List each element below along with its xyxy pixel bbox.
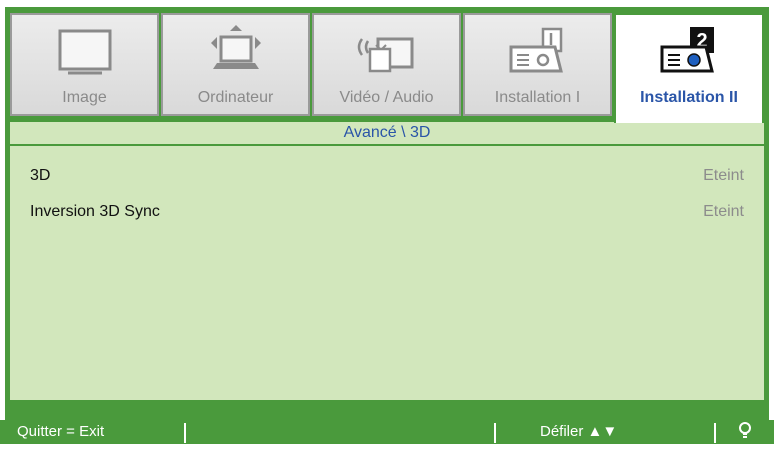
bulb-icon: [738, 420, 752, 450]
setting-value: Eteint: [703, 167, 744, 184]
tab-video-audio-label: Vidéo / Audio: [339, 89, 434, 106]
footer-separator: [714, 423, 716, 443]
tab-ordinateur[interactable]: Ordinateur: [161, 13, 310, 116]
tab-installation-1-label: Installation I: [494, 89, 581, 106]
tab-video-audio[interactable]: Vidéo / Audio: [312, 13, 461, 116]
tab-installation-2-label: Installation II: [640, 89, 738, 106]
scroll-hint: Défiler ▲▼: [540, 423, 618, 440]
settings-panel: 3D Eteint Inversion 3D Sync Eteint: [10, 146, 764, 400]
footer-separator: [494, 423, 496, 443]
computer-icon: [163, 23, 308, 83]
projector-settings-2-icon: 2: [616, 23, 762, 83]
tab-ordinateur-label: Ordinateur: [197, 89, 274, 106]
tab-image[interactable]: Image: [10, 13, 159, 116]
tab-image-label: Image: [62, 89, 107, 106]
projector-settings-1-icon: [465, 23, 610, 83]
tab-installation-2[interactable]: 2 Installation II: [614, 13, 764, 123]
monitor-icon: [12, 23, 157, 83]
footer-bar: Quitter = Exit Défiler ▲▼: [0, 420, 774, 444]
setting-value: Eteint: [703, 203, 744, 220]
setting-row-3d[interactable]: 3D Eteint: [30, 164, 744, 188]
setting-label: Inversion 3D Sync: [30, 203, 160, 220]
footer-separator: [184, 423, 186, 443]
tab-installation-1[interactable]: Installation I: [463, 13, 612, 116]
setting-label: 3D: [30, 167, 51, 184]
menu-tabs: Image Ordinateur Vidéo / Audio Installat…: [10, 13, 764, 123]
exit-hint: Quitter = Exit: [17, 423, 105, 440]
video-audio-icon: [314, 23, 459, 83]
setting-row-inversion-3d-sync[interactable]: Inversion 3D Sync Eteint: [30, 200, 744, 224]
section-title: Avancé \ 3D: [10, 120, 764, 146]
